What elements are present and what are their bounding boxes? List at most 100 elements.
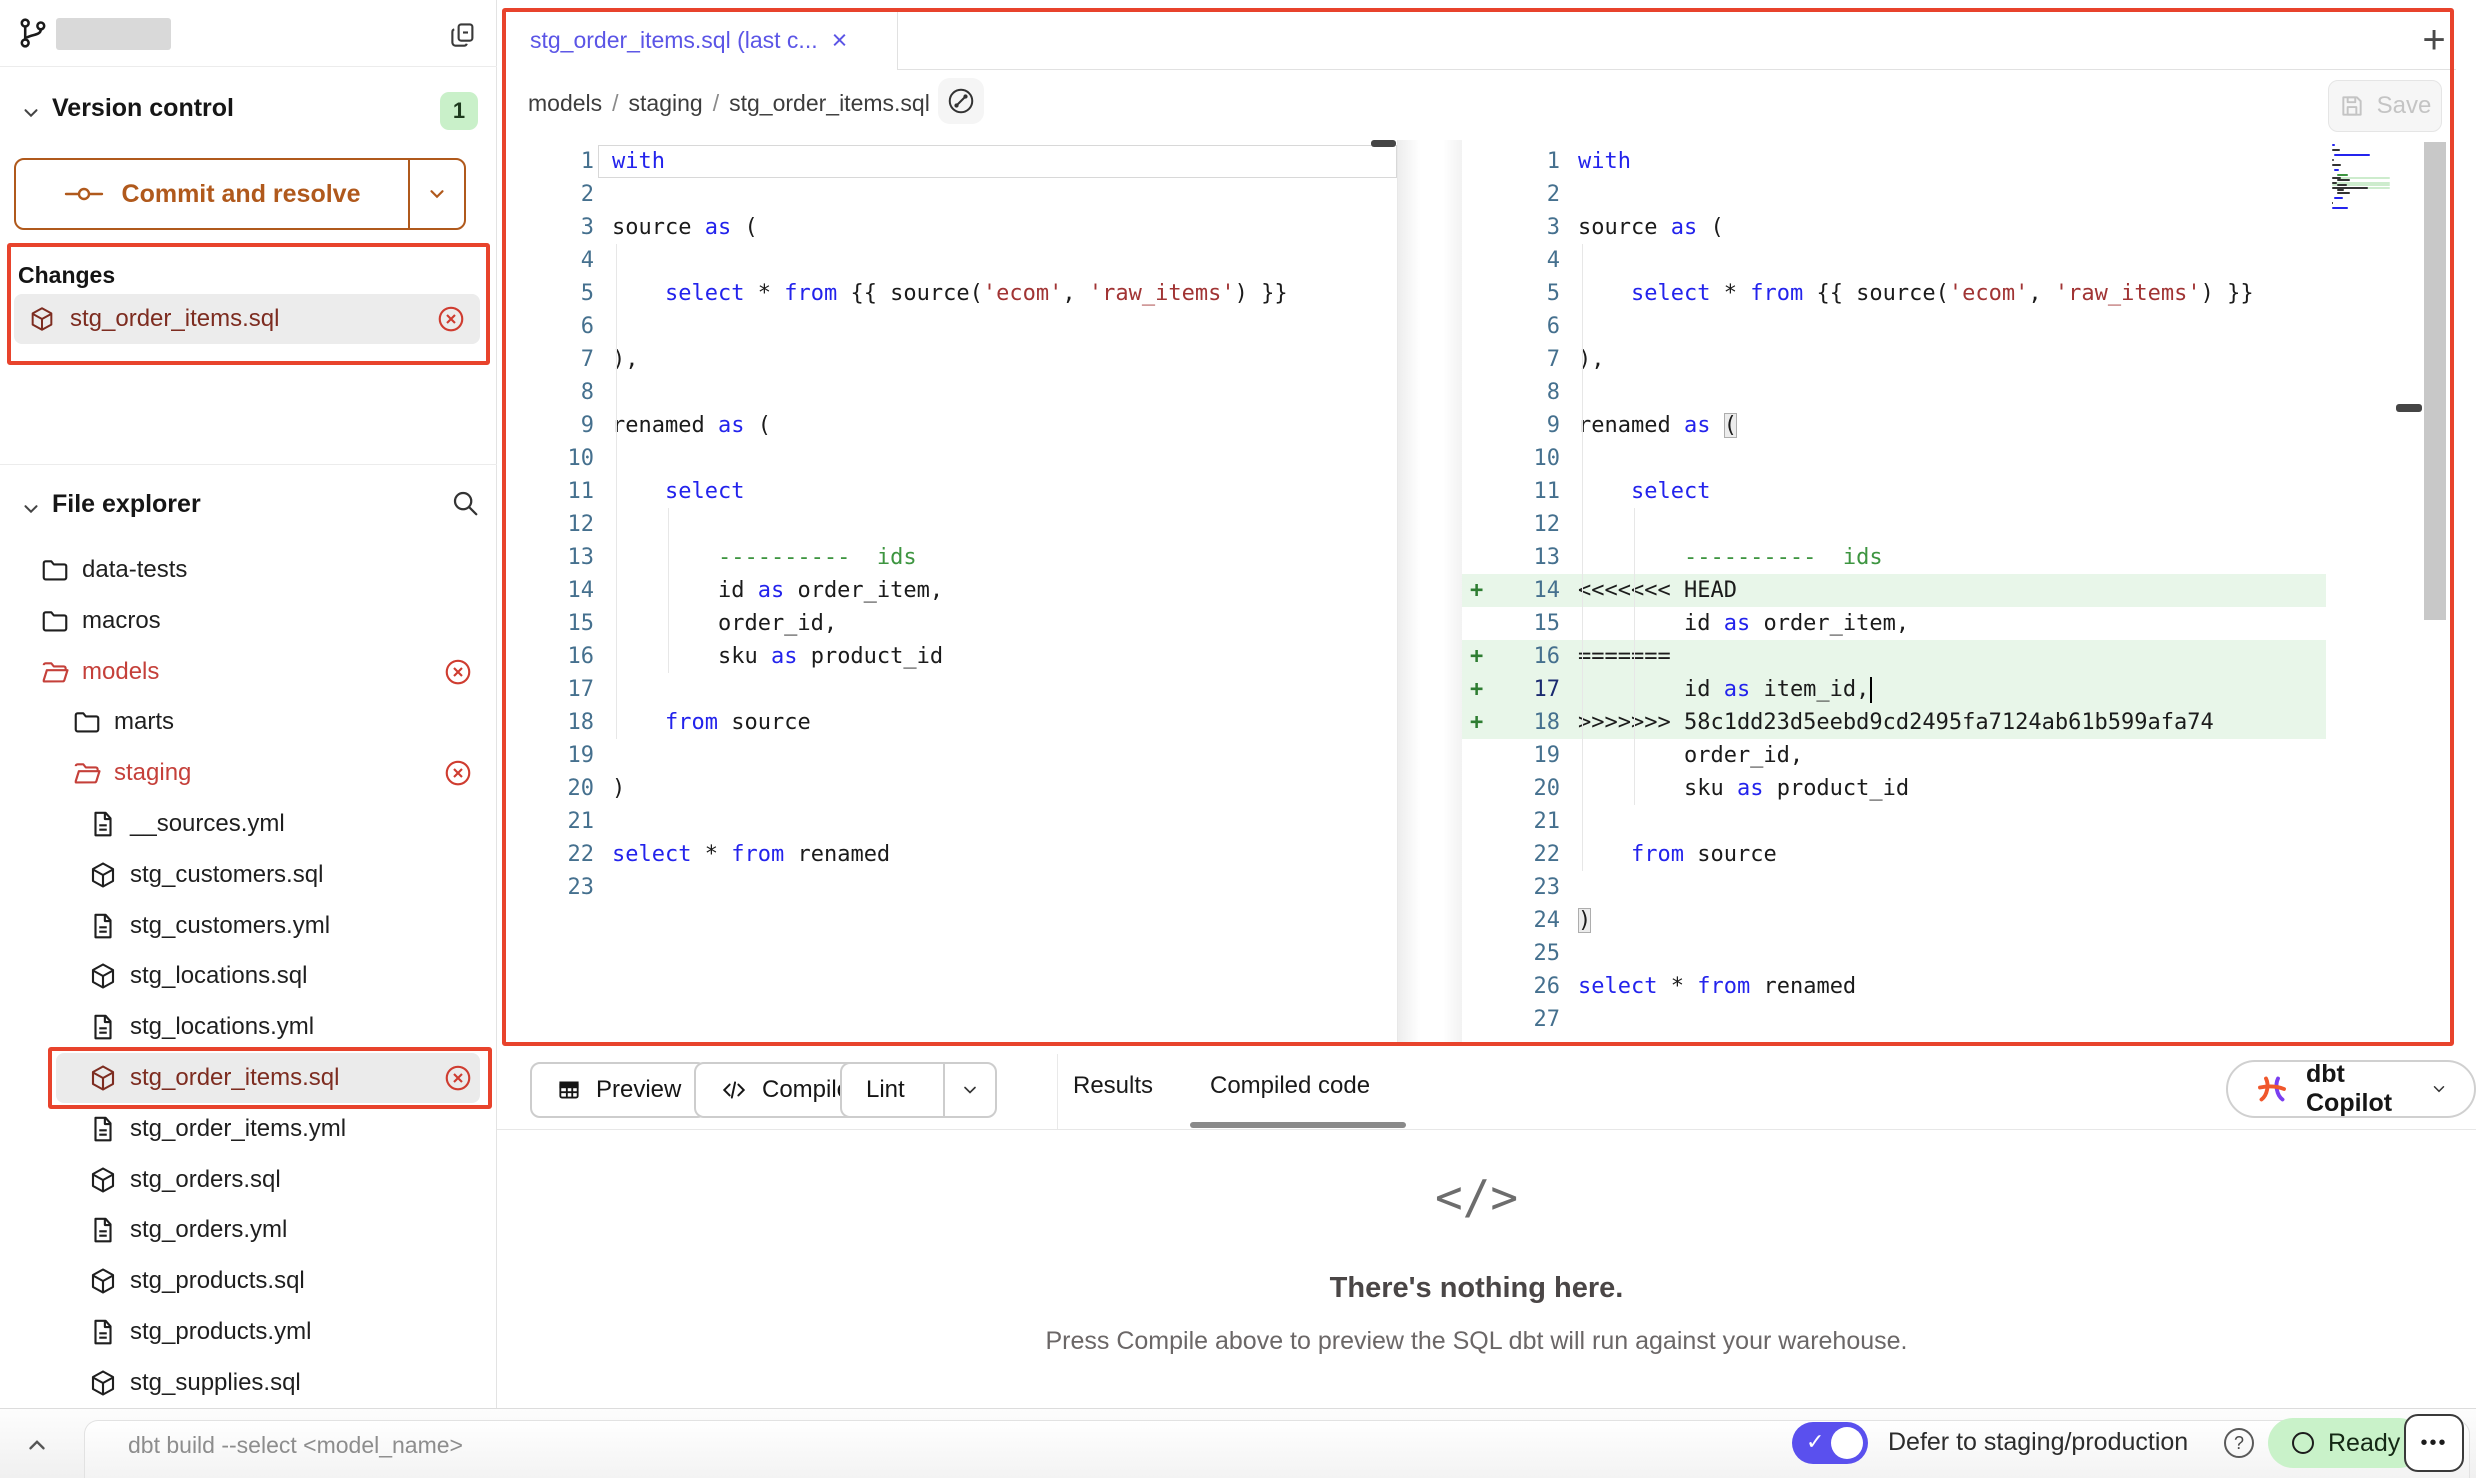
- circle-x-icon[interactable]: [443, 657, 473, 687]
- commit-button-main: Commit and resolve: [16, 160, 408, 228]
- code-text: ): [1578, 904, 1591, 937]
- tab-compiled-code[interactable]: Compiled code: [1210, 1072, 1370, 1100]
- file-explorer-item-stg_orders.yml[interactable]: stg_orders.yml: [0, 1205, 497, 1255]
- editor-pane-left[interactable]: 1with23source as (45 select * from {{ so…: [502, 140, 1397, 1046]
- line-number: 15: [1492, 607, 1560, 640]
- chevron-down-icon[interactable]: [20, 498, 42, 520]
- code-line-7: 7),: [1462, 343, 2326, 376]
- file-explorer-item-stg_customers.yml[interactable]: stg_customers.yml: [0, 901, 497, 951]
- code-line-14: +14<<<<<<< HEAD: [1462, 574, 2326, 607]
- file-explorer-item-stg_locations.sql[interactable]: stg_locations.sql: [0, 951, 497, 1001]
- file-explorer-item-stg_products.yml[interactable]: stg_products.yml: [0, 1307, 497, 1357]
- changes-file-row[interactable]: stg_order_items.sql: [14, 294, 480, 344]
- code-line-17: 17: [502, 673, 1397, 706]
- circle-x-icon[interactable]: [443, 758, 473, 788]
- editor-scrollbar[interactable]: [2424, 142, 2446, 620]
- file-explorer-item-stg_products.sql[interactable]: stg_products.sql: [0, 1256, 497, 1306]
- file-explorer-item-marts[interactable]: marts: [0, 697, 497, 747]
- line-number: 20: [502, 772, 594, 805]
- line-number: 18: [502, 706, 594, 739]
- more-options-button[interactable]: •••: [2404, 1414, 2464, 1472]
- ready-ring-icon: [2292, 1432, 2314, 1454]
- code-line-4: 4: [1462, 244, 2326, 277]
- code-text: ): [612, 772, 625, 805]
- file-name: stg_customers.sql: [130, 861, 323, 889]
- file-explorer-item-staging[interactable]: staging: [0, 748, 497, 798]
- divider: [0, 66, 497, 67]
- tab-results[interactable]: Results: [1073, 1072, 1153, 1100]
- right-pane-scrollbar[interactable]: [2396, 404, 2422, 412]
- code-text: id as order_item,: [1578, 607, 1909, 640]
- line-number: 12: [1492, 508, 1560, 541]
- file-explorer-item-stg_order_items.yml[interactable]: stg_order_items.yml: [0, 1104, 497, 1154]
- line-number: 17: [1492, 673, 1560, 706]
- help-icon[interactable]: ?: [2224, 1428, 2254, 1458]
- line-number: 27: [1492, 1003, 1560, 1036]
- line-number: 4: [502, 244, 594, 277]
- circle-x-icon[interactable]: [436, 304, 466, 334]
- editor-tab[interactable]: stg_order_items.sql (last c... ×: [502, 10, 898, 70]
- code-line-19: 19: [502, 739, 1397, 772]
- minimap[interactable]: [2332, 144, 2394, 216]
- diff-added-marker: +: [1462, 640, 1492, 673]
- code-text: sku as product_id: [612, 640, 943, 673]
- breadcrumb-item[interactable]: staging: [629, 90, 703, 117]
- left-pane-scrollbar[interactable]: [1371, 140, 1396, 147]
- line-number: 12: [502, 508, 594, 541]
- lint-button[interactable]: Lint: [840, 1062, 997, 1118]
- lineage-icon[interactable]: [938, 78, 984, 124]
- breadcrumb-item[interactable]: models: [528, 90, 602, 117]
- code-line-6: 6: [1462, 310, 2326, 343]
- save-button[interactable]: Save: [2328, 80, 2442, 132]
- code-line-22: 22select * from renamed: [502, 838, 1397, 871]
- folder-open-icon: [40, 657, 70, 687]
- code-line-6: 6: [502, 310, 1397, 343]
- chevron-up-icon[interactable]: [20, 1428, 54, 1462]
- file-explorer-item-stg_locations.yml[interactable]: stg_locations.yml: [0, 1002, 497, 1052]
- file-explorer-item-data-tests[interactable]: data-tests: [0, 545, 497, 595]
- file-name: stg_customers.yml: [130, 912, 330, 940]
- line-number: 16: [1492, 640, 1560, 673]
- chevron-down-icon[interactable]: [20, 102, 42, 124]
- git-branch-icon[interactable]: [16, 16, 50, 50]
- commit-dropdown-button[interactable]: [408, 160, 464, 228]
- branch-name-redacted[interactable]: [56, 18, 171, 50]
- new-tab-button[interactable]: +: [2412, 18, 2456, 62]
- line-number: 17: [502, 673, 594, 706]
- code-text: id as item_id,: [1578, 673, 1872, 706]
- file-explorer-item-stg_order_items.sql[interactable]: stg_order_items.sql: [0, 1053, 497, 1103]
- compiled-code-empty-state: </> There's nothing here. Press Compile …: [497, 1170, 2456, 1356]
- code-text: source as (: [1578, 211, 1724, 244]
- file-explorer-item-stg_orders.sql[interactable]: stg_orders.sql: [0, 1155, 497, 1205]
- defer-toggle[interactable]: ✓: [1792, 1422, 1868, 1464]
- close-icon[interactable]: ×: [832, 27, 848, 54]
- lint-dropdown-button[interactable]: [943, 1064, 995, 1116]
- file-name: staging: [114, 759, 191, 787]
- file-name: __sources.yml: [130, 810, 285, 838]
- file-explorer-item-macros[interactable]: macros: [0, 596, 497, 646]
- file-explorer-item-stg_customers.sql[interactable]: stg_customers.sql: [0, 850, 497, 900]
- code-line-1: 1with: [502, 145, 1397, 178]
- file-explorer-item-stg_supplies.sql[interactable]: stg_supplies.sql: [0, 1358, 497, 1408]
- line-number: 3: [1492, 211, 1560, 244]
- line-number: 14: [1492, 574, 1560, 607]
- line-number: 9: [1492, 409, 1560, 442]
- circle-x-icon[interactable]: [443, 1063, 473, 1093]
- indent-guide: [1582, 244, 1583, 871]
- search-icon[interactable]: [450, 488, 480, 518]
- code-line-15: 15 id as order_item,: [1462, 607, 2326, 640]
- line-number: 10: [502, 442, 594, 475]
- minimap-line: [2332, 159, 2334, 161]
- breadcrumb-item[interactable]: stg_order_items.sql: [729, 90, 930, 117]
- dbt-copilot-button[interactable]: dbt Copilot: [2226, 1060, 2476, 1118]
- code-line-23: 23: [502, 871, 1397, 904]
- file-explorer-item-__sources.yml[interactable]: __sources.yml: [0, 799, 497, 849]
- command-input[interactable]: dbt build --select <model_name>: [128, 1432, 463, 1459]
- minimap-line: [2332, 144, 2335, 146]
- file-explorer-item-models[interactable]: models: [0, 647, 497, 697]
- copy-files-icon[interactable]: [448, 20, 478, 50]
- preview-button[interactable]: Preview: [530, 1062, 707, 1118]
- editor-pane-right[interactable]: 1with23source as (45 select * from {{ so…: [1462, 140, 2326, 1046]
- folder-icon: [40, 555, 70, 585]
- commit-and-resolve-button[interactable]: Commit and resolve: [14, 158, 466, 230]
